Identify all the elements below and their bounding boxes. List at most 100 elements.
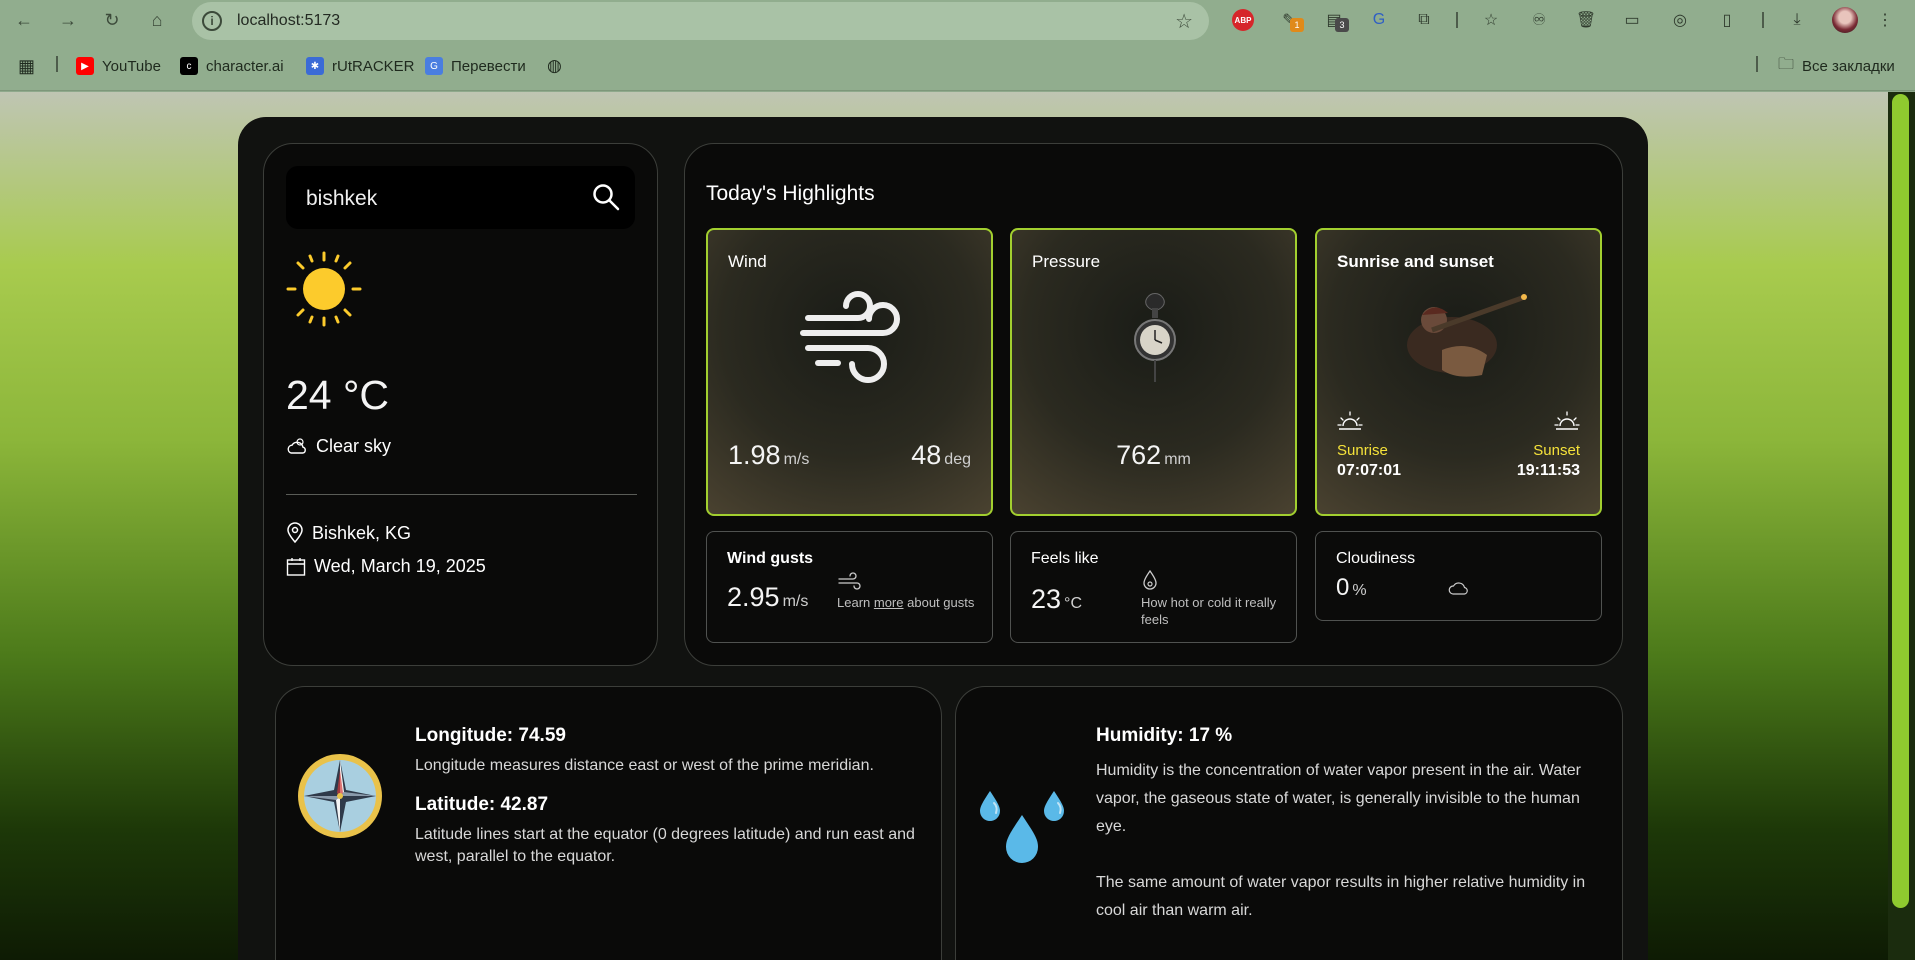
search-icon[interactable] (591, 182, 621, 212)
water-drops-icon (980, 791, 1064, 863)
back-icon[interactable]: ← (10, 6, 38, 34)
sunrise-icon (1337, 411, 1363, 430)
toolbar-separator (1456, 12, 1458, 28)
longitude-title: Longitude: 74.59 (415, 725, 566, 746)
sunrise-sunset-card: Sunrise and sunset Sunrise 07:07:01 Suns… (1315, 228, 1602, 516)
location-pin-icon (287, 522, 303, 544)
gusts-note-pre: Learn (837, 595, 871, 610)
wind-gusts-label: Wind gusts (727, 550, 814, 567)
bookmark-label: rUtRACKER (332, 57, 415, 75)
feels-like-value-row: 23 °C (1031, 584, 1082, 615)
search-input[interactable]: bishkek (306, 187, 377, 211)
bookmarks-bar: ▦ ▶ YouTube c character.ai ✱ rUtRACKER G… (0, 40, 1915, 91)
scrollbar-thumb[interactable] (1892, 94, 1909, 908)
rutracker-icon: ✱ (306, 57, 324, 75)
latitude-title: Latitude: 42.87 (415, 794, 549, 815)
globe-icon[interactable]: ◍ (547, 56, 562, 76)
latitude-text: Latitude lines start at the equator (0 d… (415, 826, 915, 865)
wind-icon (800, 291, 900, 383)
longitude-text: Longitude measures distance east or west… (415, 757, 874, 774)
wind-label: Wind (728, 252, 767, 271)
reading-mode-icon[interactable]: ▯ (1716, 9, 1738, 31)
pressure-label: Pressure (1032, 252, 1101, 271)
adblock-plus-icon[interactable]: ABP (1232, 9, 1254, 31)
cloudiness-card: Cloudiness 0% (1315, 531, 1602, 621)
cloudiness-label: Cloudiness (1336, 550, 1416, 567)
bookmark-label: YouTube (102, 57, 161, 75)
coordinates-panel: Longitude: 74.59 Longitude measures dist… (275, 686, 942, 960)
search-box[interactable]: bishkek (286, 166, 635, 229)
address-bar[interactable]: i localhost:5173 ☆ (192, 2, 1209, 40)
feels-like-value: 23 (1031, 584, 1062, 614)
all-bookmarks-label: Все закладки (1802, 57, 1895, 75)
wind-speed-value: 1.98 (728, 440, 781, 470)
feels-like-label: Feels like (1031, 550, 1099, 567)
bookmarks-separator (56, 56, 58, 72)
highlights-panel: Today's Highlights Wind 1.98 m/s 48 deg Pr… (684, 143, 1623, 666)
weather-description: Clear sky (316, 436, 392, 456)
current-weather-panel: bishkek 24 °C Clear sky Bishkek, KG Wed,… (263, 143, 658, 666)
sunrise-sunset-label: Sunrise and sunset (1337, 252, 1494, 271)
profile-avatar[interactable] (1832, 7, 1858, 33)
weather-description-row: Clear sky (286, 436, 391, 457)
bookmark-translate[interactable]: G Перевести (425, 56, 526, 76)
bookmark-character-ai[interactable]: c character.ai (180, 56, 284, 76)
humidity-text-2: The same amount of water vapor results i… (1096, 874, 1586, 919)
all-bookmarks-folder[interactable]: 🗀 Все закладки (1778, 56, 1895, 76)
favorites-icon[interactable]: ☆ (1480, 9, 1502, 31)
feels-like-unit: °C (1064, 595, 1082, 612)
url-text[interactable]: localhost:5173 (237, 12, 340, 30)
calendar-icon (286, 557, 306, 576)
feels-like-card: Feels like 23 °C How hot or cold it reall… (1010, 531, 1297, 643)
wind-direction-unit: deg (944, 451, 971, 468)
droplet-flame-icon (1143, 569, 1157, 590)
sunrise-time: 07:07:01 (1337, 462, 1402, 479)
toolbar-separator-2 (1762, 12, 1764, 28)
partly-cloudy-icon (287, 437, 306, 454)
wind-direction: 48 deg (911, 440, 971, 471)
pressure-value-row: 762 mm (1012, 440, 1295, 471)
extension-1-badge: 1 (1290, 18, 1304, 32)
compass-icon (298, 754, 382, 838)
youtube-icon: ▶ (76, 57, 94, 75)
translate-extension-icon[interactable]: G (1368, 9, 1390, 31)
wind-gusts-value: 2.95 (727, 582, 780, 612)
folder-icon: 🗀 (1778, 55, 1795, 73)
screenshot-icon[interactable]: ◎ (1669, 9, 1691, 31)
sunrise-label: Sunrise (1337, 442, 1388, 459)
humidity-title: Humidity: 17 % (1096, 725, 1233, 746)
incognito-icon[interactable]: ♾ (1528, 9, 1550, 31)
wind-gusts-card: Wind gusts 2.95 m/s Learn more about gust… (706, 531, 993, 643)
home-icon[interactable]: ⌂ (143, 6, 171, 34)
bookmark-label: Перевести (451, 57, 526, 75)
payment-icon[interactable]: ▭ (1621, 9, 1643, 31)
location-row: Bishkek, KG (286, 522, 411, 544)
browser-toolbar: ← → ↻ ⌂ i localhost:5173 ☆ ABP ✎ 1 ▤ 3 G… (0, 0, 1915, 40)
wind-card: Wind 1.98 m/s 48 deg (706, 228, 993, 516)
cloudiness-value: 0 (1336, 574, 1350, 601)
forward-icon[interactable]: → (54, 6, 82, 34)
learn-more-link[interactable]: more (874, 595, 904, 610)
date-row: Wed, March 19, 2025 (286, 556, 486, 577)
trash-icon[interactable]: 🗑 (1575, 9, 1597, 31)
bookmark-youtube[interactable]: ▶ YouTube (76, 56, 161, 76)
pressure-unit: mm (1164, 451, 1191, 468)
feels-like-note: How hot or cold it really feels (1141, 595, 1277, 627)
bookmark-star-icon[interactable]: ☆ (1175, 9, 1193, 34)
scrollbar[interactable] (1888, 92, 1915, 960)
wind-direction-value: 48 (911, 440, 942, 470)
divider (286, 494, 637, 495)
menu-kebab-icon[interactable]: ⋮ (1874, 9, 1896, 31)
sun-icon (286, 251, 362, 327)
sunset-time: 19:11:53 (1516, 462, 1580, 479)
download-icon[interactable]: ⤓ (1786, 9, 1808, 31)
wind-gusts-value-row: 2.95 m/s (727, 582, 808, 613)
character-ai-icon: c (180, 57, 198, 75)
pressure-value: 762 (1116, 440, 1162, 470)
apps-grid-icon[interactable]: ▦ (18, 56, 35, 76)
extensions-puzzle-icon[interactable]: ⧉ (1413, 9, 1435, 31)
bookmark-rutracker[interactable]: ✱ rUtRACKER (306, 56, 415, 76)
site-info-icon[interactable]: i (202, 11, 222, 31)
sunset-icon (1554, 411, 1580, 430)
reload-icon[interactable]: ↻ (98, 6, 126, 34)
